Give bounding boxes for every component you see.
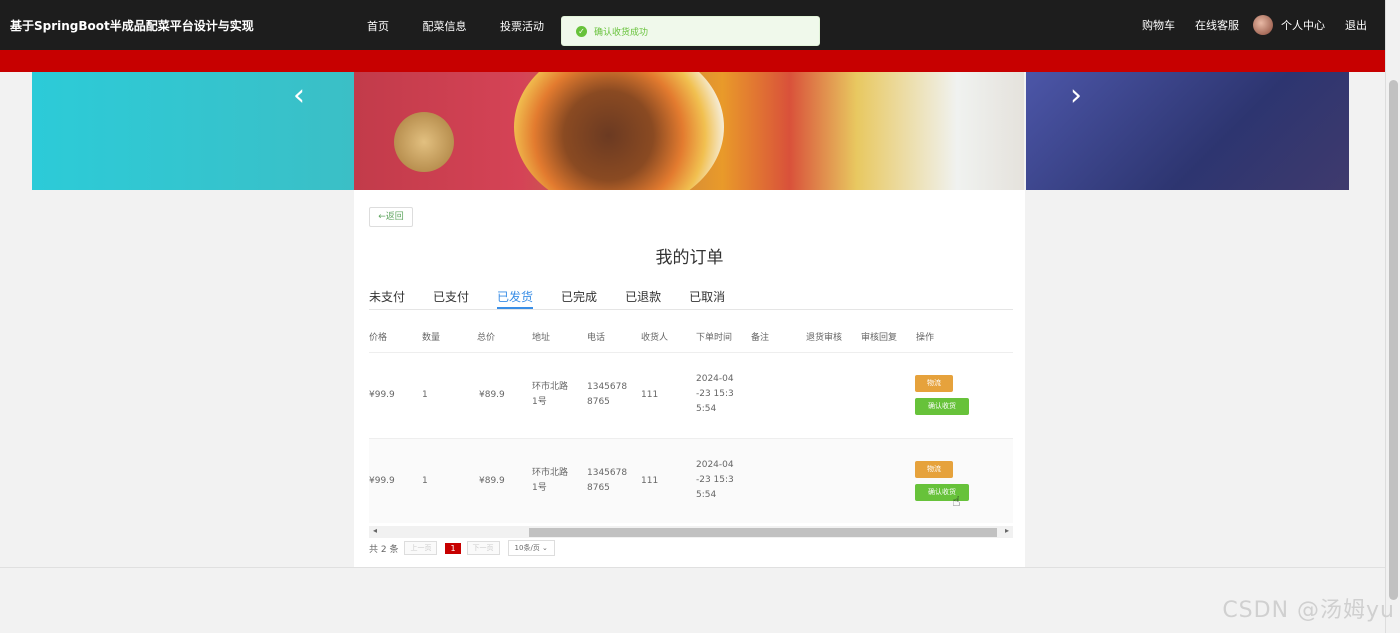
cell-address-line1: 环市北路 xyxy=(532,382,569,392)
logistics-button[interactable]: 物流 xyxy=(915,375,953,392)
tab-refunded[interactable]: 已退款 xyxy=(625,288,661,309)
col-address: 地址 xyxy=(532,333,551,343)
chevron-down-icon: ⌄ xyxy=(542,544,548,552)
vertical-scrollbar-thumb[interactable] xyxy=(1389,80,1398,600)
tab-paid[interactable]: 已支付 xyxy=(433,288,469,309)
scrollbar-thumb[interactable] xyxy=(529,528,997,537)
next-page-button[interactable]: 下一页 xyxy=(466,541,500,555)
cell-qty: 1 xyxy=(422,390,428,400)
nav-dishes[interactable]: 配菜信息 xyxy=(423,20,467,33)
cell-receiver: 111 xyxy=(641,476,659,486)
cell-time-line2: -23 15:3 xyxy=(696,475,734,485)
page-number-current[interactable]: 1 xyxy=(445,542,461,554)
col-return-audit: 退货审核 xyxy=(806,333,843,343)
confirm-receipt-button[interactable]: 确认收货 xyxy=(915,484,969,501)
order-status-tabs: 未支付 已支付 已发货 已完成 已退款 已取消 xyxy=(369,288,1013,310)
nav-home[interactable]: 首页 xyxy=(367,20,389,33)
col-qty: 数量 xyxy=(422,333,441,343)
cell-address-line2: 1号 xyxy=(532,397,547,407)
cell-total: ¥89.9 xyxy=(479,390,505,400)
table-header: 价格 数量 总价 地址 电话 收货人 下单时间 备注 退货审核 审核回复 操作 xyxy=(369,330,1013,352)
nav-cart[interactable]: 购物车 xyxy=(1142,17,1175,33)
total-count: 共 2 条 xyxy=(369,544,399,555)
col-price: 价格 xyxy=(369,333,388,343)
cell-phone-line1: 1345678 xyxy=(587,468,628,478)
tab-cancelled[interactable]: 已取消 xyxy=(689,288,725,309)
cell-time-line3: 5:54 xyxy=(696,490,717,500)
scroll-left-icon[interactable]: ◂ xyxy=(373,526,377,535)
page-title: 我的订单 xyxy=(655,248,724,268)
confirm-receipt-button[interactable]: 确认收货 xyxy=(915,398,969,415)
cell-qty: 1 xyxy=(422,476,428,486)
col-audit-reply: 审核回复 xyxy=(861,333,898,343)
cell-phone-line2: 8765 xyxy=(587,483,610,493)
cell-phone-line1: 1345678 xyxy=(587,382,628,392)
col-phone: 电话 xyxy=(587,333,606,343)
carousel-slide-prev[interactable] xyxy=(32,72,354,190)
site-brand: 基于SpringBoot半成品配菜平台设计与实现 xyxy=(10,19,254,33)
page-size-select[interactable]: 10条/页 ⌄ xyxy=(507,540,555,556)
cell-phone-line2: 8765 xyxy=(587,397,610,407)
cell-time-line3: 5:54 xyxy=(696,404,717,414)
avatar[interactable] xyxy=(1253,15,1273,35)
cell-receiver: 111 xyxy=(641,390,659,400)
col-receiver: 收货人 xyxy=(641,333,669,343)
back-button[interactable]: ←返回 xyxy=(369,207,413,227)
col-total: 总价 xyxy=(477,333,496,343)
col-order-time: 下单时间 xyxy=(696,333,733,343)
cell-time-line1: 2024-04 xyxy=(696,460,734,470)
tab-completed[interactable]: 已完成 xyxy=(561,288,597,309)
cell-total: ¥89.9 xyxy=(479,476,505,486)
col-actions: 操作 xyxy=(916,333,935,343)
chevron-right-icon[interactable]: › xyxy=(1070,78,1082,113)
cell-price: ¥99.9 xyxy=(369,390,395,400)
food-bowl-image xyxy=(514,72,724,190)
scroll-right-icon[interactable]: ▸ xyxy=(1005,526,1009,535)
footer-divider xyxy=(0,567,1385,568)
cell-address-line2: 1号 xyxy=(532,483,547,493)
orders-card: ←返回 我的订单 未支付 已支付 已发货 已完成 已退款 已取消 价格 数量 总… xyxy=(354,190,1025,568)
spoon-image xyxy=(394,112,454,172)
logistics-button[interactable]: 物流 xyxy=(915,461,953,478)
chevron-left-icon[interactable]: ‹ xyxy=(293,78,305,113)
red-banner-strip xyxy=(0,50,1385,72)
cell-time-line1: 2024-04 xyxy=(696,374,734,384)
carousel-slide-current[interactable] xyxy=(354,72,1024,190)
cell-price: ¥99.9 xyxy=(369,476,395,486)
hand-cursor-icon: ☝ xyxy=(952,494,961,510)
table-row: ¥99.9 1 ¥89.9 环市北路 1号 1345678 8765 111 2… xyxy=(369,352,1013,437)
nav-service[interactable]: 在线客服 xyxy=(1195,17,1239,33)
cell-time-line2: -23 15:3 xyxy=(696,389,734,399)
col-note: 备注 xyxy=(751,333,770,343)
nav-profile[interactable]: 个人中心 xyxy=(1281,17,1325,33)
prev-page-button[interactable]: 上一页 xyxy=(404,541,438,555)
tab-unpaid[interactable]: 未支付 xyxy=(369,288,405,309)
vertical-scrollbar[interactable] xyxy=(1385,0,1400,633)
horizontal-scrollbar[interactable]: ◂ ▸ xyxy=(369,526,1013,538)
tab-shipped[interactable]: 已发货 xyxy=(497,288,534,309)
user-nav: 购物车 在线客服 个人中心 退出 xyxy=(1122,15,1367,35)
success-toast: ✓ 确认收货成功 xyxy=(561,16,820,46)
toast-message: 确认收货成功 xyxy=(594,27,649,38)
table-row: ¥99.9 1 ¥89.9 环市北路 1号 1345678 8765 111 2… xyxy=(369,438,1013,523)
check-circle-icon: ✓ xyxy=(576,25,587,37)
cell-address-line1: 环市北路 xyxy=(532,468,569,478)
nav-logout[interactable]: 退出 xyxy=(1345,17,1367,33)
watermark: CSDN @汤姆yu xyxy=(1222,598,1395,623)
page-size-value: 10条/页 xyxy=(514,544,540,552)
nav-vote[interactable]: 投票活动 xyxy=(500,20,544,33)
pagination: 共 2 条 上一页 1 下一页 10条/页 ⌄ xyxy=(369,540,555,556)
